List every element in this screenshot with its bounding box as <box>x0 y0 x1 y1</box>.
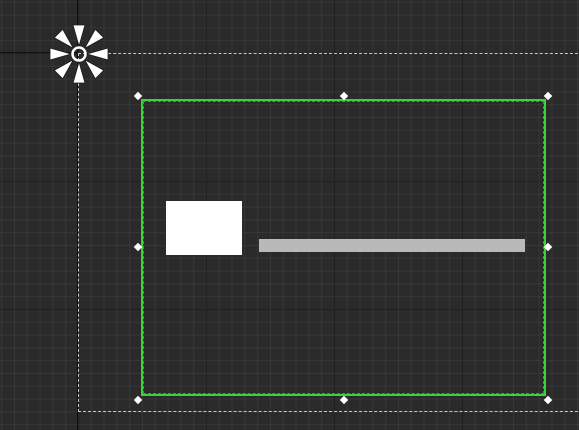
label-text-placeholder[interactable] <box>259 239 525 252</box>
rect-transform-pivot-icon[interactable] <box>48 23 110 85</box>
scene-view-canvas[interactable] <box>0 0 579 430</box>
toggle-background-element[interactable] <box>166 201 242 255</box>
